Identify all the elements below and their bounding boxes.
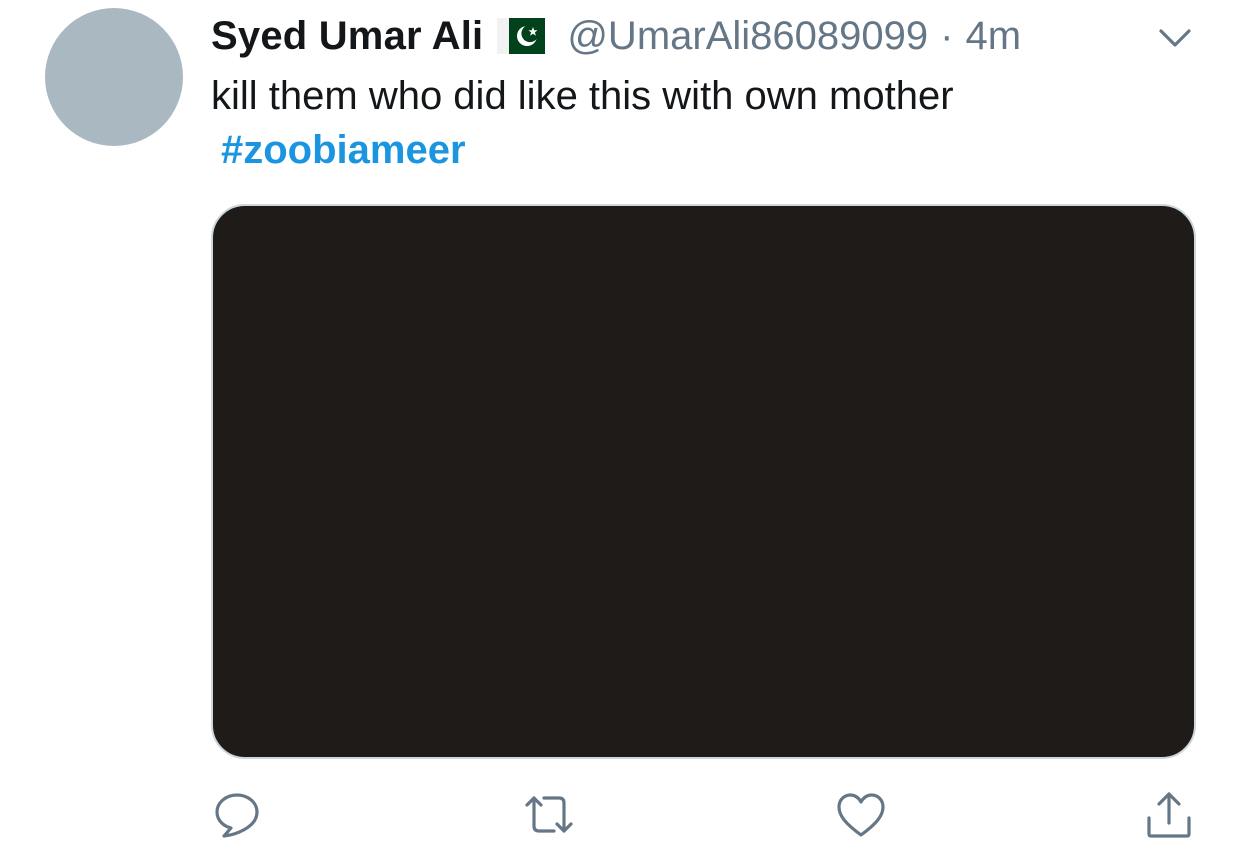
chevron-down-icon[interactable] (1155, 18, 1195, 58)
tweet: Syed Umar Ali @UmarAli86089099 · 4m kill… (0, 0, 1242, 852)
display-name[interactable]: Syed Umar Ali (211, 14, 483, 59)
pakistan-flag-icon (497, 18, 546, 54)
user-handle[interactable]: @UmarAli86089099 (567, 14, 928, 59)
media-video[interactable] (211, 204, 1196, 759)
like-icon[interactable] (836, 790, 886, 840)
avatar[interactable] (45, 8, 183, 146)
timestamp[interactable]: 4m (965, 14, 1021, 59)
tweet-text: kill them who did like this with own mot… (211, 74, 954, 118)
tweet-header: Syed Umar Ali @UmarAli86089099 · 4m (211, 12, 1021, 60)
retweet-icon[interactable] (524, 790, 574, 840)
separator-dot: · (940, 13, 954, 58)
share-icon[interactable] (1144, 790, 1194, 840)
reply-icon[interactable] (212, 790, 262, 840)
hashtag-link[interactable]: #zoobiameer (221, 124, 466, 176)
